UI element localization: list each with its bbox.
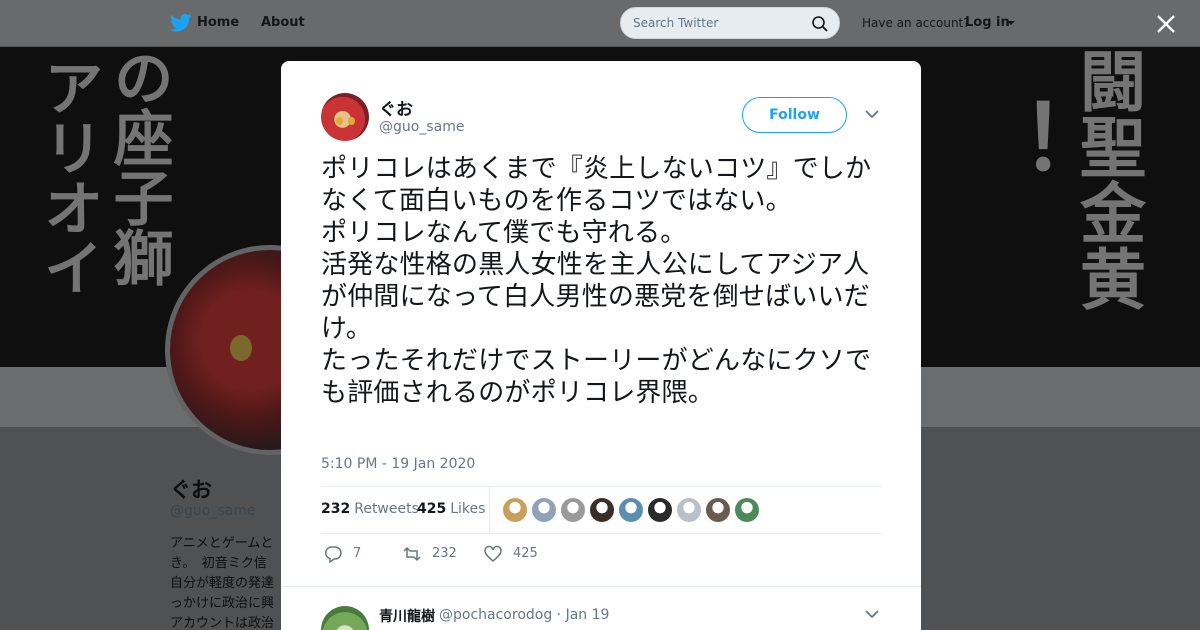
heart-icon	[484, 545, 502, 562]
author-name[interactable]: ぐお	[379, 95, 413, 120]
liker-avatar[interactable]	[735, 498, 759, 522]
liker-avatar[interactable]	[590, 498, 614, 522]
liker-avatar[interactable]	[619, 498, 643, 522]
have-account-text: Have an account?	[862, 16, 970, 30]
tweet-timestamp[interactable]: 5:10 PM - 19 Jan 2020	[321, 456, 475, 472]
liker-avatar[interactable]	[677, 498, 701, 522]
chevron-down-icon[interactable]	[865, 109, 879, 119]
follow-button[interactable]: Follow	[742, 97, 847, 133]
reply-icon	[324, 546, 342, 563]
reply-button[interactable]: 7	[323, 544, 383, 564]
liker-avatar[interactable]	[503, 498, 527, 522]
close-icon[interactable]	[1153, 11, 1179, 37]
reply-author-handle[interactable]: @pochacorodog · Jan 19	[439, 607, 609, 623]
search-input[interactable]: Search Twitter	[620, 7, 840, 39]
stats-separator	[489, 487, 490, 533]
retweet-icon	[403, 546, 421, 562]
liker-avatar[interactable]	[706, 498, 730, 522]
search-placeholder: Search Twitter	[633, 16, 719, 30]
likes-count: 425	[417, 501, 447, 517]
search-icon[interactable]	[811, 15, 829, 33]
liker-avatar[interactable]	[532, 498, 556, 522]
liker-avatar[interactable]	[561, 498, 585, 522]
like-stats-link[interactable]: 425 Likes	[417, 501, 485, 517]
tweet-modal: ぐお @guo_same Follow ポリコレはあくまで『炎上しないコツ』でし…	[281, 61, 921, 630]
liker-avatar[interactable]	[648, 498, 672, 522]
login-link[interactable]: Log in	[965, 15, 1010, 30]
nav-home-link[interactable]: Home	[197, 15, 239, 30]
nav-about-link[interactable]: About	[261, 15, 305, 30]
retweet-stats-link[interactable]: 232 Retweets	[321, 501, 419, 517]
author-avatar[interactable]	[321, 93, 369, 141]
twitter-bird-icon[interactable]	[170, 13, 192, 33]
reply-author-avatar[interactable]	[321, 606, 369, 630]
divider	[281, 586, 921, 587]
caret-down-icon[interactable]	[1007, 21, 1015, 25]
retweets-count: 232	[321, 501, 351, 517]
tweet-text: ポリコレはあくまで『炎上しないコツ』でしかなくて面白いものを作るコツではない。 …	[321, 154, 872, 408]
author-handle[interactable]: @guo_same	[379, 119, 464, 135]
retweet-button[interactable]: 232	[402, 544, 472, 564]
top-nav: Home About Search Twitter Have an accoun…	[0, 0, 1200, 46]
like-button[interactable]: 425	[483, 544, 553, 564]
chevron-down-icon[interactable]	[865, 609, 879, 619]
divider	[321, 533, 881, 534]
reply-author-name[interactable]: 青川龍樹	[379, 606, 435, 626]
likes-label: Likes	[450, 501, 486, 517]
retweets-label: Retweets	[354, 501, 419, 517]
like-action-count: 425	[513, 546, 538, 561]
retweet-action-count: 232	[432, 546, 457, 561]
divider	[321, 486, 881, 487]
reply-count: 7	[353, 546, 362, 561]
